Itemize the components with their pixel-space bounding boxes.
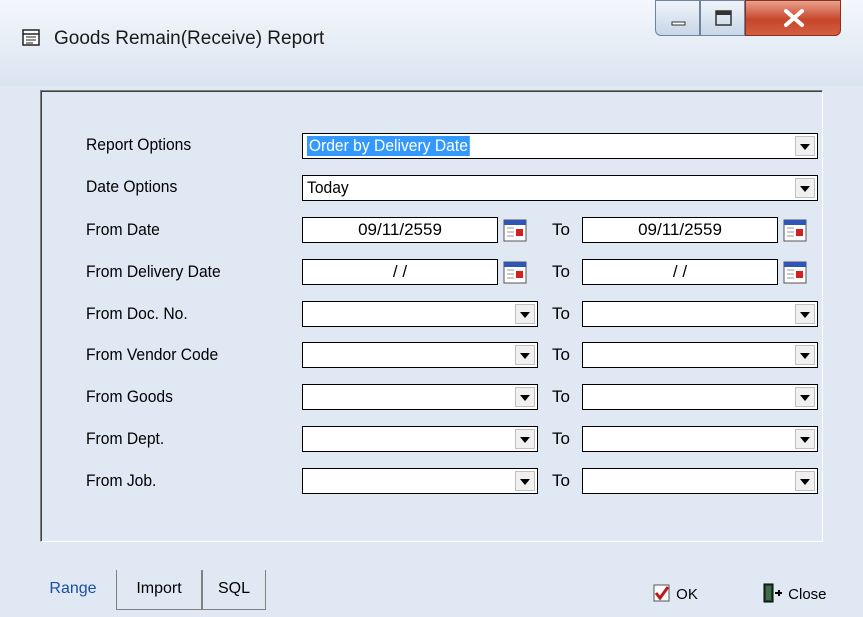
calendar-icon[interactable] bbox=[782, 259, 808, 285]
chevron-down-icon[interactable] bbox=[515, 304, 535, 324]
to-label: To bbox=[552, 262, 570, 281]
title-bar[interactable]: Goods Remain(Receive) Report bbox=[0, 0, 863, 86]
label-from-delivery-date: From Delivery Date bbox=[86, 262, 221, 281]
ok-label: OK bbox=[676, 586, 698, 603]
chevron-down-icon[interactable] bbox=[515, 471, 535, 491]
from-date-input[interactable]: 09/11/2559 bbox=[302, 217, 498, 243]
minimize-button[interactable] bbox=[655, 0, 700, 36]
tab-range[interactable]: Range bbox=[30, 570, 116, 610]
report-options-select[interactable]: Order by Delivery Date bbox=[302, 133, 818, 159]
from-job-select[interactable] bbox=[302, 468, 538, 494]
chevron-down-icon[interactable] bbox=[795, 387, 815, 407]
chevron-down-icon[interactable] bbox=[795, 345, 815, 365]
to-date-input[interactable]: 09/11/2559 bbox=[582, 217, 778, 243]
chevron-down-icon[interactable] bbox=[795, 136, 815, 156]
to-label: To bbox=[552, 345, 570, 364]
tab-sql[interactable]: SQL bbox=[202, 570, 266, 610]
close-icon bbox=[784, 9, 804, 27]
chevron-down-icon[interactable] bbox=[795, 304, 815, 324]
chevron-down-icon[interactable] bbox=[515, 429, 535, 449]
to-dept-select[interactable] bbox=[582, 426, 818, 452]
minimize-icon bbox=[671, 21, 686, 26]
from-delivery-date-input[interactable]: / / bbox=[302, 259, 498, 285]
to-label: To bbox=[552, 304, 570, 323]
from-vendor-code-select[interactable] bbox=[302, 342, 538, 368]
to-label: To bbox=[552, 387, 570, 406]
window-title: Goods Remain(Receive) Report bbox=[54, 28, 325, 49]
to-job-select[interactable] bbox=[582, 468, 818, 494]
label-date-options: Date Options bbox=[86, 177, 178, 196]
date-options-value: Today bbox=[307, 178, 349, 197]
close-button[interactable]: Close bbox=[762, 583, 827, 603]
ok-button[interactable]: OK bbox=[652, 583, 698, 603]
tab-import[interactable]: Import bbox=[116, 570, 202, 610]
to-label: To bbox=[552, 429, 570, 448]
to-vendor-code-select[interactable] bbox=[582, 342, 818, 368]
report-options-value: Order by Delivery Date bbox=[306, 135, 471, 157]
maximize-icon bbox=[715, 10, 732, 26]
chevron-down-icon[interactable] bbox=[795, 178, 815, 198]
report-icon bbox=[22, 29, 40, 46]
label-report-options: Report Options bbox=[86, 135, 192, 154]
label-from-doc-no: From Doc. No. bbox=[86, 304, 188, 323]
report-window: Goods Remain(Receive) Report Report Opti… bbox=[0, 0, 863, 617]
label-from-date: From Date bbox=[86, 220, 160, 239]
maximize-button[interactable] bbox=[700, 0, 745, 36]
chevron-down-icon[interactable] bbox=[795, 429, 815, 449]
to-doc-no-select[interactable] bbox=[582, 301, 818, 327]
date-options-select[interactable]: Today bbox=[302, 175, 818, 201]
label-from-job: From Job. bbox=[86, 471, 157, 490]
to-goods-select[interactable] bbox=[582, 384, 818, 410]
calendar-icon[interactable] bbox=[502, 217, 528, 243]
label-from-goods: From Goods bbox=[86, 387, 173, 406]
to-delivery-date-input[interactable]: / / bbox=[582, 259, 778, 285]
from-goods-select[interactable] bbox=[302, 384, 538, 410]
calendar-icon[interactable] bbox=[502, 259, 528, 285]
chevron-down-icon[interactable] bbox=[515, 387, 535, 407]
label-from-dept: From Dept. bbox=[86, 429, 165, 448]
chevron-down-icon[interactable] bbox=[795, 471, 815, 491]
label-from-vendor-code: From Vendor Code bbox=[86, 345, 219, 364]
close-window-button[interactable] bbox=[745, 0, 841, 36]
close-label: Close bbox=[788, 586, 827, 603]
exit-door-icon bbox=[763, 583, 782, 603]
calendar-icon[interactable] bbox=[782, 217, 808, 243]
from-dept-select[interactable] bbox=[302, 426, 538, 452]
to-label: To bbox=[552, 220, 570, 239]
chevron-down-icon[interactable] bbox=[515, 345, 535, 365]
from-doc-no-select[interactable] bbox=[302, 301, 538, 327]
ok-check-icon bbox=[653, 584, 670, 602]
to-label: To bbox=[552, 471, 570, 490]
